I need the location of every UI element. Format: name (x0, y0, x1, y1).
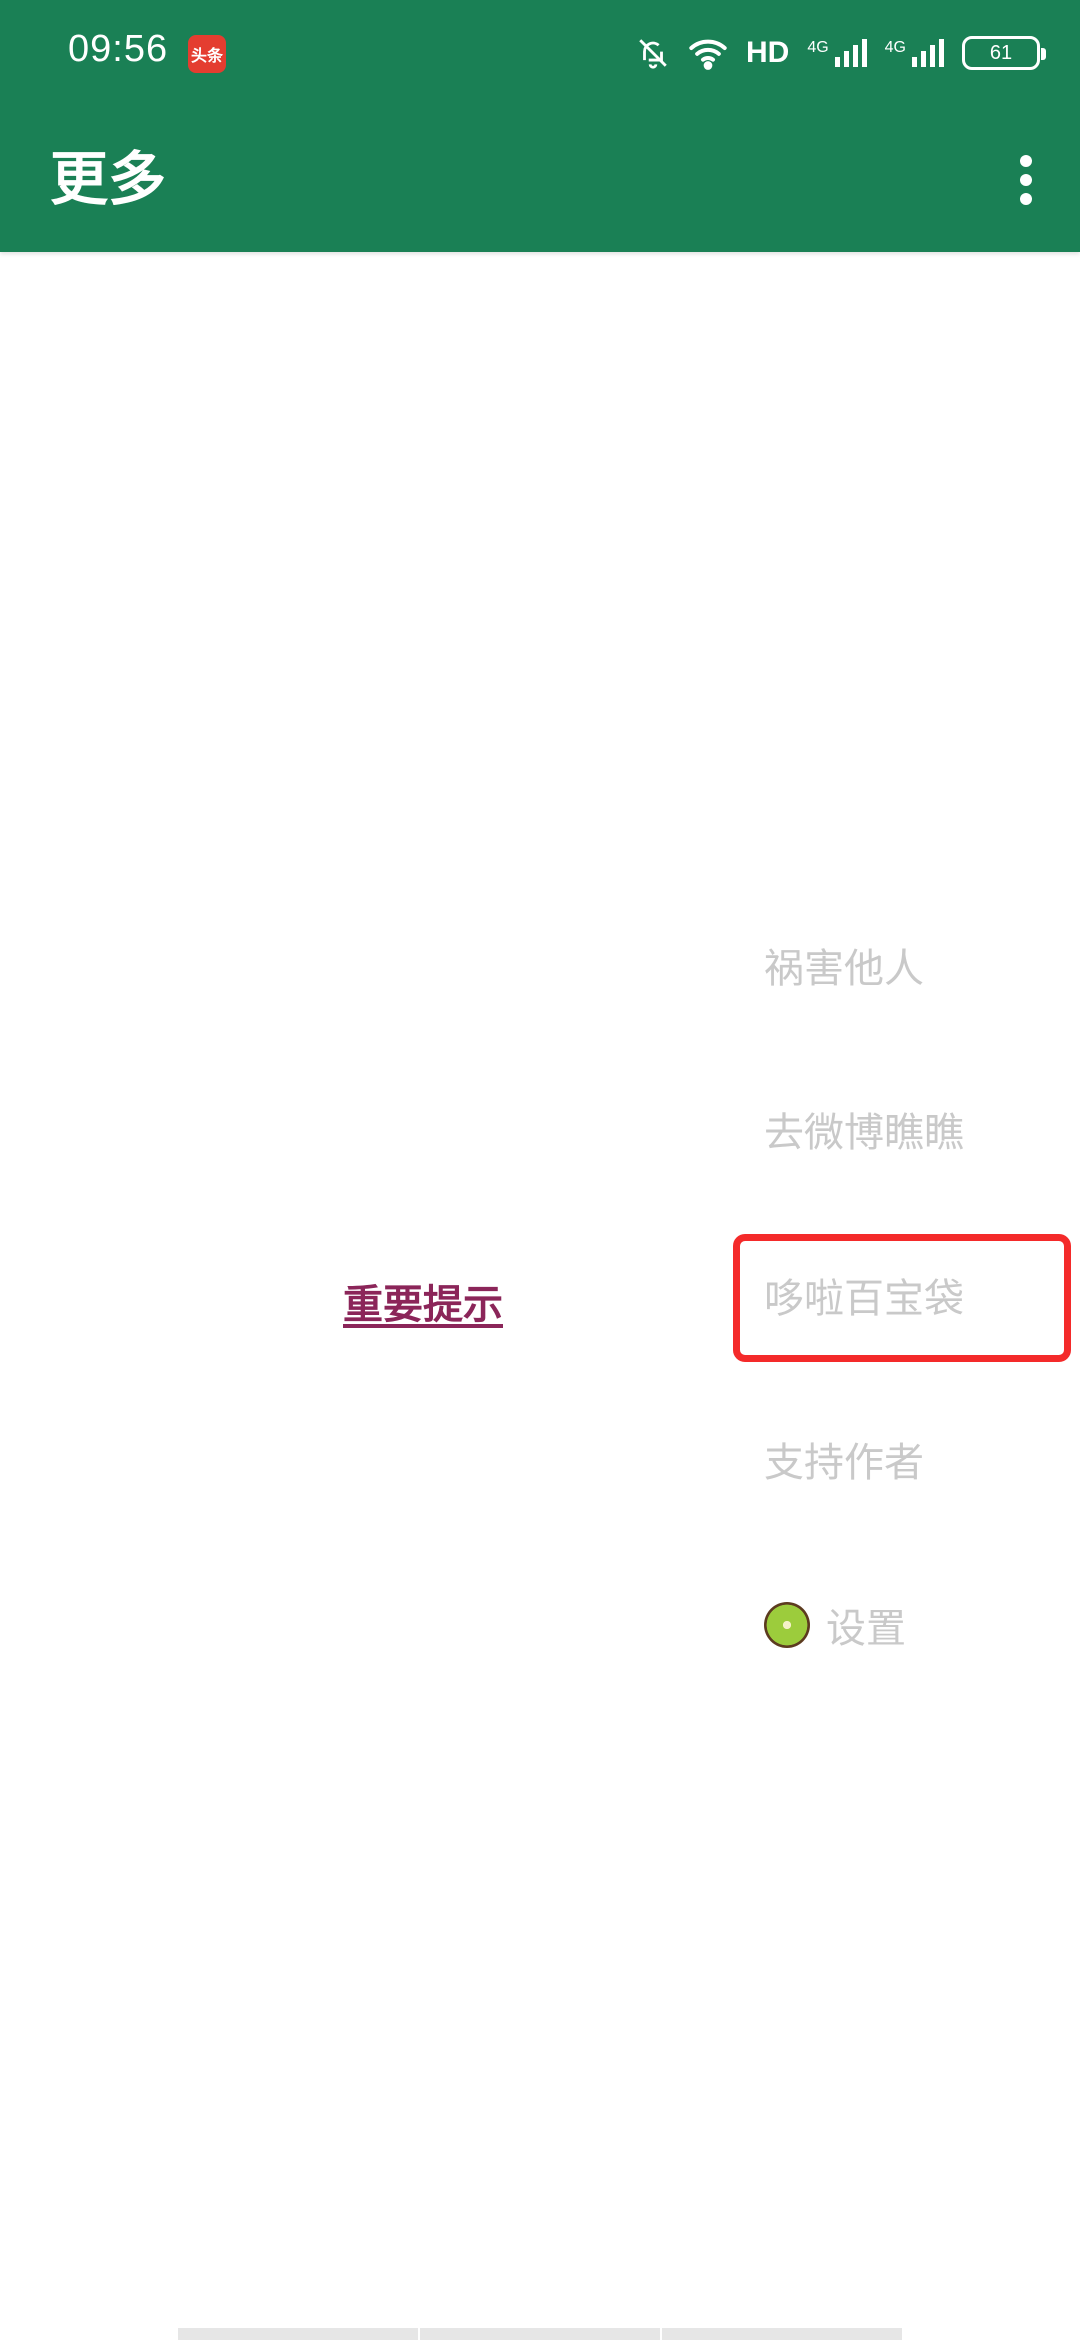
top-bar: 09:56 头条 HD 4G 4G 61 更多 (0, 0, 1080, 252)
notifications-off-icon (636, 36, 670, 70)
battery-level: 61 (989, 41, 1013, 64)
important-notice-link[interactable]: 重要提示 (343, 1272, 503, 1330)
network-type-label: 4G (884, 39, 906, 56)
hd-icon: HD (745, 36, 790, 69)
battery-icon: 61 (962, 36, 1046, 70)
app-bar: 更多 (0, 110, 1080, 252)
status-bar: 09:56 头条 HD 4G 4G 61 (0, 0, 1080, 110)
highlight-box (733, 1234, 1071, 1362)
menu-item-label: 祸害他人 (764, 946, 924, 992)
signal-icon: 4G (807, 39, 867, 67)
status-time: 09:56 (68, 28, 169, 70)
menu-item-label: 去微博瞧瞧 (764, 1110, 964, 1156)
menu-item-support-author[interactable]: 支持作者 (764, 1404, 924, 1514)
more-vert-icon[interactable] (996, 140, 1056, 220)
signal-icon: 4G (885, 39, 944, 67)
menu-item-harm-others[interactable]: 祸害他人 (764, 910, 924, 1020)
menu-item-weibo[interactable]: 去微博瞧瞧 (764, 1074, 964, 1184)
network-type-label: 4G (807, 39, 829, 56)
toutiao-app-icon: 头条 (188, 35, 226, 73)
status-icons: HD 4G 4G 61 (636, 30, 1046, 76)
menu-item-label: 设置 (826, 1606, 906, 1652)
page-title: 更多 (50, 145, 167, 213)
kiwi-icon (764, 1602, 810, 1648)
menu-item-label: 支持作者 (764, 1440, 924, 1486)
home-indicator[interactable] (178, 2328, 902, 2340)
wifi-icon (688, 36, 728, 70)
menu-item-settings[interactable]: 设置 (764, 1570, 906, 1680)
